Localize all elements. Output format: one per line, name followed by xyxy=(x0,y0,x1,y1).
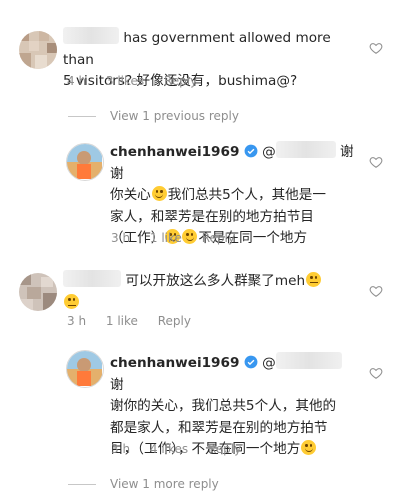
blurred-username[interactable] xyxy=(63,27,119,44)
like-count[interactable]: 1 like xyxy=(106,314,138,328)
mention[interactable]: @ xyxy=(262,355,276,371)
view-previous-replies[interactable]: View 1 previous reply xyxy=(68,108,239,124)
like-heart-icon[interactable] xyxy=(369,366,383,380)
smile-emoji-icon xyxy=(301,440,317,455)
commenter-avatar[interactable] xyxy=(19,31,57,69)
comment-1-meta: 4 h 3 likes Reply xyxy=(67,73,213,89)
thinking-emoji-icon xyxy=(306,272,322,287)
chenhanwei-avatar[interactable] xyxy=(66,143,104,181)
reply-button[interactable]: Reply xyxy=(202,231,235,245)
timestamp: 4 h xyxy=(67,74,87,88)
blurred-mention[interactable] xyxy=(275,352,342,369)
rolling-eyes-emoji-icon xyxy=(64,293,79,309)
like-count[interactable]: 1 like xyxy=(150,231,182,245)
like-heart-icon[interactable] xyxy=(369,284,383,298)
username[interactable]: chenhanwei1969 xyxy=(110,355,239,371)
comment-2-text: 可以开放这么多人群聚了meh xyxy=(63,270,353,314)
mention[interactable]: @ xyxy=(262,144,276,160)
username[interactable]: chenhanwei1969 xyxy=(110,144,239,160)
blurred-mention[interactable] xyxy=(275,141,336,158)
smile-emoji-icon xyxy=(151,186,167,201)
reply-button[interactable]: Reply xyxy=(208,442,241,456)
reply-button[interactable]: Reply xyxy=(164,74,197,88)
blurred-username[interactable] xyxy=(63,270,121,287)
timestamp: 3 h xyxy=(111,231,131,245)
view-more-replies[interactable]: View 1 more reply xyxy=(68,476,219,492)
verified-badge-icon xyxy=(244,144,258,158)
reply-button[interactable]: Reply xyxy=(158,314,191,328)
comment-2-meta: 3 h 1 like Reply xyxy=(67,313,207,329)
like-heart-icon[interactable] xyxy=(369,41,383,55)
chenhanwei-avatar[interactable] xyxy=(66,350,104,388)
timestamp: 3 h xyxy=(67,314,87,328)
divider-line xyxy=(68,116,96,117)
commenter-avatar[interactable] xyxy=(19,273,57,311)
like-count[interactable]: 4 likes xyxy=(150,442,188,456)
divider-line xyxy=(68,484,96,485)
timestamp: 3 h xyxy=(111,442,131,456)
reply-2-meta: 3 h 4 likes Reply xyxy=(111,441,257,457)
reply-1-meta: 3 h 1 like Reply xyxy=(111,230,251,246)
like-count[interactable]: 3 likes xyxy=(106,74,144,88)
like-heart-icon[interactable] xyxy=(369,155,383,169)
verified-badge-icon xyxy=(244,355,258,369)
